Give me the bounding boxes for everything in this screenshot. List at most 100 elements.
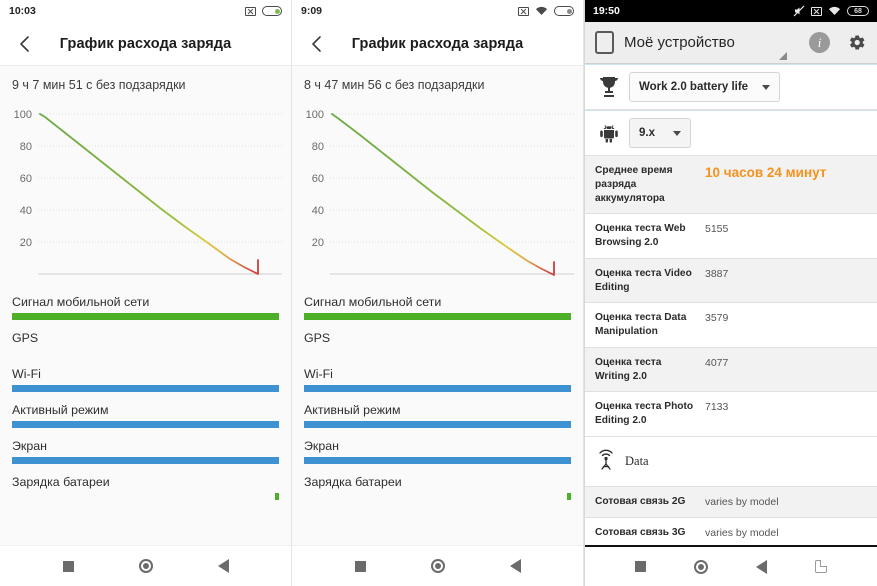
home-circle-icon[interactable]: [138, 559, 153, 573]
row-label: Оценка теста Video Editing: [595, 267, 692, 293]
bar-item: GPS: [304, 320, 571, 356]
resize-handle-icon[interactable]: [779, 52, 787, 60]
bar-item: Экран: [304, 428, 571, 464]
table-row: Оценка теста Data Manipulation 3579: [585, 303, 877, 348]
row-value: varies by model: [705, 495, 779, 508]
bar-label: Экран: [12, 439, 47, 453]
row-value: 3579: [705, 312, 729, 325]
benchmark-select[interactable]: Work 2.0 battery life: [629, 72, 781, 102]
bar-item: Сигнал мобильной сети: [304, 284, 571, 320]
bar-label: GPS: [304, 331, 331, 345]
bar-item: Экран: [12, 428, 279, 464]
status-icon-group: [518, 6, 574, 16]
x-box-icon: [518, 6, 529, 16]
bar-fill: [12, 313, 279, 320]
bar-fill: [12, 385, 279, 392]
bar-track: [304, 457, 571, 464]
bar-fill: [567, 493, 571, 500]
phone-content-left: 9 ч 7 мин 51 с без подзарядки 100 80 60 …: [0, 66, 291, 545]
bar-label: Wi-Fi: [304, 367, 333, 381]
recents-square-icon[interactable]: [635, 561, 646, 572]
table-row: Оценка теста Video Editing 3887: [585, 258, 877, 304]
bar-fill: [275, 493, 279, 500]
bar-track: [12, 421, 279, 428]
battery-icon: [262, 6, 282, 16]
nav-bar-left: [0, 545, 291, 586]
android-version-row: 9.x: [585, 110, 877, 156]
row-value: varies by model: [705, 527, 779, 540]
android-version-select[interactable]: 9.x: [629, 118, 691, 148]
table-row: Оценка теста Photo Editing 2.0 7133: [585, 392, 877, 437]
battery-level: 68: [854, 7, 862, 15]
battery-discharge-chart-left: 100 80 60 40 20: [0, 100, 291, 280]
recents-square-icon[interactable]: [354, 560, 366, 572]
back-triangle-icon[interactable]: [217, 559, 229, 573]
mute-icon: [793, 5, 805, 17]
benchmark-panel-right: 19:50 68 Моё устройство i Work 2.0 batte…: [584, 0, 877, 586]
bar-item: GPS: [12, 320, 279, 356]
status-time: 10:03: [9, 5, 36, 17]
battery-icon: 68: [847, 6, 869, 16]
status-time: 19:50: [593, 5, 620, 17]
status-icon-group: [245, 6, 282, 16]
status-time: 9:09: [301, 5, 323, 17]
svg-text:80: 80: [312, 141, 324, 153]
svg-text:80: 80: [20, 141, 32, 153]
row-value: 10 часов 24 минут: [705, 165, 827, 180]
bar-track: [304, 349, 571, 356]
svg-text:60: 60: [20, 173, 32, 185]
bar-label: Зарядка батареи: [12, 475, 110, 489]
section-label: Data: [625, 453, 649, 468]
home-circle-icon[interactable]: [430, 559, 445, 573]
table-row: Оценка теста Web Browsing 2.0 5155: [585, 214, 877, 259]
benchmark-selector-row: Work 2.0 battery life: [585, 64, 877, 110]
bar-track: [304, 493, 571, 500]
row-label: Оценка теста Data Manipulation: [595, 312, 687, 338]
row-value: 5155: [705, 223, 729, 236]
bar-label: Активный режим: [304, 403, 401, 417]
nav-bar-middle: [292, 545, 583, 586]
benchmark-results-list: Среднее время разряда аккумулятора 10 ча…: [585, 156, 877, 545]
bar-fill: [304, 385, 571, 392]
back-triangle-icon[interactable]: [756, 559, 767, 574]
bar-track: [304, 385, 571, 392]
bar-label: Зарядка батареи: [304, 475, 402, 489]
page-title: График расхода заряда: [59, 35, 232, 52]
bar-track: [304, 421, 571, 428]
svg-text:60: 60: [312, 173, 324, 185]
row-label: Оценка теста Writing 2.0: [595, 356, 662, 382]
row-value: 3887: [705, 267, 729, 280]
wifi-icon: [828, 6, 841, 16]
benchmark-select-value: Work 2.0 battery life: [639, 81, 749, 93]
table-row: Оценка теста Writing 2.0 4077: [585, 347, 877, 393]
bar-track: [12, 349, 279, 356]
bar-item: Активный режим: [304, 392, 571, 428]
split-screen-icon[interactable]: [815, 560, 827, 573]
bar-fill: [12, 421, 279, 428]
bench-title: Моё устройство: [624, 34, 735, 51]
svg-text:100: 100: [14, 109, 32, 121]
bar-label: Экран: [304, 439, 339, 453]
recents-square-icon[interactable]: [62, 560, 74, 572]
x-box-icon: [811, 6, 822, 16]
bar-label: Сигнал мобильной сети: [304, 295, 442, 309]
table-row: Сотовая связь 3G varies by model: [585, 518, 877, 545]
info-icon[interactable]: i: [809, 32, 830, 53]
table-row: Среднее время разряда аккумулятора 10 ча…: [585, 156, 877, 215]
bar-track: [12, 385, 279, 392]
table-row: Сотовая связь 2G varies by model: [585, 486, 877, 519]
back-chevron-icon[interactable]: [12, 31, 38, 57]
consumption-bars-left: Сигнал мобильной сети GPS Wi-Fi Активный…: [0, 280, 291, 500]
row-value: 4077: [705, 356, 729, 369]
back-triangle-icon[interactable]: [509, 559, 521, 573]
back-chevron-icon[interactable]: [304, 31, 330, 57]
bar-label: Wi-Fi: [12, 367, 41, 381]
home-circle-icon[interactable]: [694, 559, 708, 574]
status-bar-right: 19:50 68: [585, 0, 877, 22]
bench-header: Моё устройство i: [585, 22, 877, 64]
bar-label: GPS: [12, 331, 39, 345]
gear-icon[interactable]: [846, 32, 867, 53]
bar-item: Зарядка батареи: [304, 464, 571, 500]
bar-item: Wi-Fi: [12, 356, 279, 392]
chevron-down-icon: [762, 84, 771, 90]
